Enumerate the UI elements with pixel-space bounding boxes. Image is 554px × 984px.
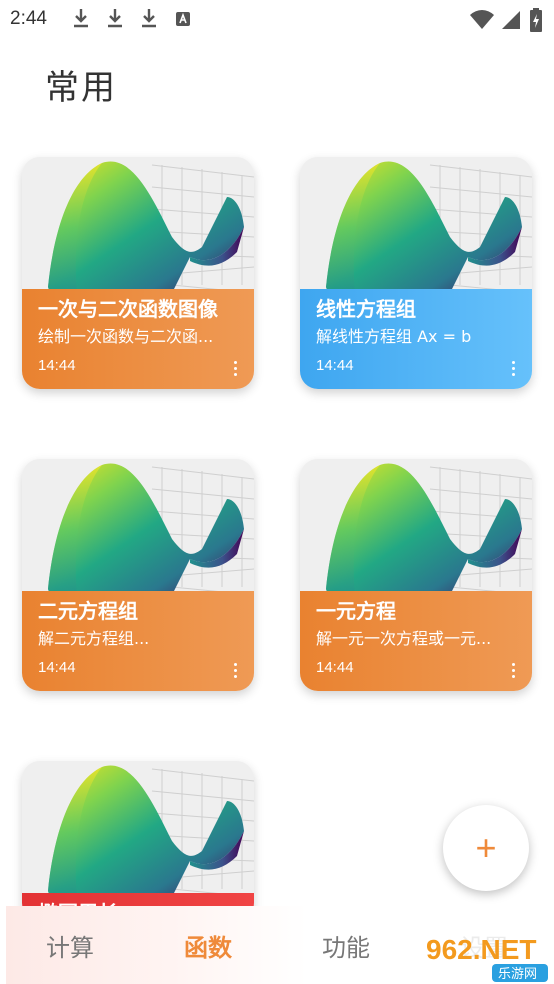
card-title: 二元方程组 <box>38 599 138 623</box>
nav-tab-functions[interactable]: 函数 <box>184 928 232 963</box>
card-title: 线性方程组 <box>316 297 416 321</box>
function-card[interactable]: 椭圆周长 <box>22 761 254 921</box>
card-time: 14:44 <box>316 659 354 676</box>
card-time: 14:44 <box>38 659 76 676</box>
surface-plot-thumbnail <box>22 761 254 897</box>
function-card[interactable]: 一次与二次函数图像 绘制一次函数与二次函... 14:44 <box>22 157 254 389</box>
card-description: 解一元一次方程或一元... <box>316 629 492 648</box>
more-options-icon[interactable] <box>232 663 238 681</box>
nav-tab-calculate[interactable]: 计算 <box>46 928 94 963</box>
page-title: 常用 <box>45 68 117 108</box>
add-button[interactable]: + <box>443 805 529 891</box>
plus-icon: + <box>475 827 497 868</box>
download-icon <box>74 9 88 28</box>
card-title: 一次与二次函数图像 <box>38 297 218 321</box>
function-card[interactable]: 一元方程 解一元一次方程或一元... 14:44 <box>300 459 532 691</box>
watermark-logo: 962.NET 乐游网 <box>412 924 552 984</box>
card-description: 解线性方程组 Ax = b <box>316 327 472 346</box>
download-icon <box>108 9 122 28</box>
function-card[interactable]: 二元方程组 解二元方程组... 14:44 <box>22 459 254 691</box>
card-description: 绘制一次函数与二次函... <box>38 327 214 346</box>
more-options-icon[interactable] <box>510 361 516 379</box>
card-info-panel: 一次与二次函数图像 绘制一次函数与二次函... 14:44 <box>22 289 254 389</box>
nav-tab-features[interactable]: 功能 <box>322 928 370 963</box>
watermark-text: 962.NET <box>426 934 537 965</box>
status-time: 2:44 <box>10 8 47 29</box>
card-info-panel: 线性方程组 解线性方程组 Ax = b 14:44 <box>300 289 532 389</box>
download-icon <box>142 9 156 28</box>
wifi-icon <box>470 10 494 29</box>
surface-plot-thumbnail <box>300 157 532 293</box>
card-time: 14:44 <box>316 357 354 374</box>
watermark-subtext: 乐游网 <box>498 967 537 982</box>
card-info-panel: 一元方程 解一元一次方程或一元... 14:44 <box>300 591 532 691</box>
function-card[interactable]: 线性方程组 解线性方程组 Ax = b 14:44 <box>300 157 532 389</box>
card-title: 一元方程 <box>316 599 396 623</box>
battery-icon <box>530 8 542 32</box>
surface-plot-thumbnail <box>22 459 254 595</box>
card-time: 14:44 <box>38 357 76 374</box>
more-options-icon[interactable] <box>232 361 238 379</box>
status-bar: 2:44 <box>0 0 554 38</box>
signal-icon <box>502 11 520 29</box>
surface-plot-thumbnail <box>22 157 254 293</box>
more-options-icon[interactable] <box>510 663 516 681</box>
card-info-panel: 二元方程组 解二元方程组... 14:44 <box>22 591 254 691</box>
a-notification-icon <box>176 12 190 26</box>
surface-plot-thumbnail <box>300 459 532 595</box>
card-description: 解二元方程组... <box>38 629 150 648</box>
